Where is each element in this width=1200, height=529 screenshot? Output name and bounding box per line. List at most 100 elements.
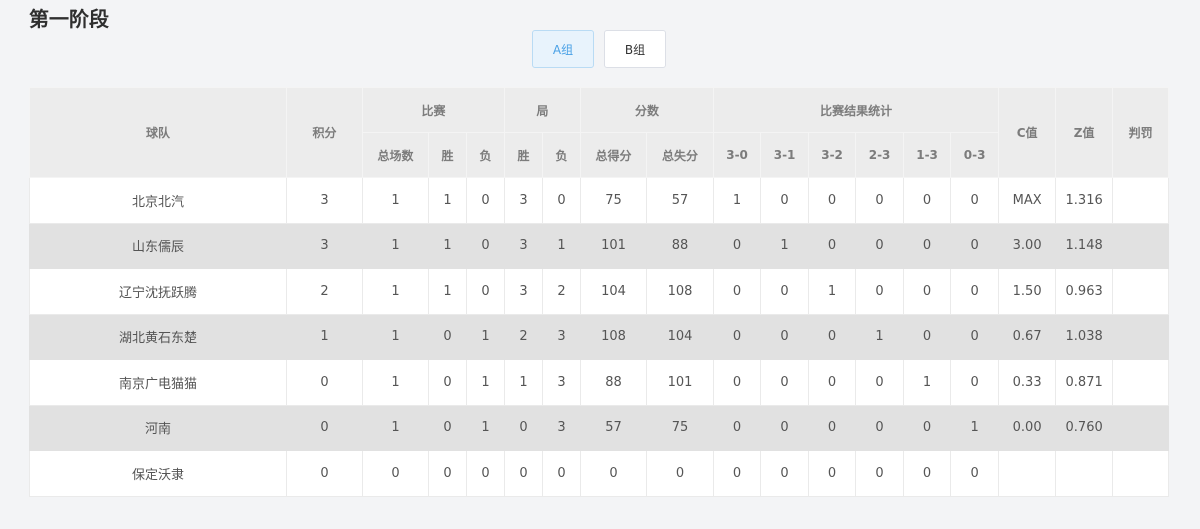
matches-win-cell: 1: [428, 177, 467, 224]
result-2-3-cell: 0: [855, 404, 905, 451]
result-3-2-cell: 0: [808, 404, 857, 451]
sets-loss-cell: 1: [542, 222, 582, 269]
matches-win-cell: 0: [428, 404, 467, 451]
result-1-3-cell: 1: [903, 359, 952, 406]
result-3-0-cell: 0: [713, 313, 762, 360]
result-2-3-cell: 0: [855, 450, 905, 497]
penalty-cell: [1112, 450, 1170, 497]
matches-loss-cell: 0: [465, 268, 506, 315]
result-3-0-cell: 0: [713, 404, 762, 451]
col-group-sets: 局: [504, 87, 582, 133]
tab-group-a[interactable]: A组: [532, 30, 594, 68]
score-for-cell: 57: [580, 404, 648, 451]
penalty-cell: [1112, 359, 1170, 406]
team-name-cell: 南京广电猫猫: [29, 359, 287, 406]
result-3-0-cell: 0: [713, 268, 762, 315]
team-name-cell: 湖北黄石东楚: [29, 313, 287, 360]
result-2-3-cell: 0: [855, 222, 905, 269]
result-1-3-cell: 0: [903, 450, 952, 497]
result-0-3-cell: 0: [950, 450, 1000, 497]
sets-win-cell: 0: [504, 450, 544, 497]
result-0-3-cell: 0: [950, 268, 1000, 315]
z-value-cell: 0.871: [1055, 359, 1114, 406]
standings-table: 球队 积分 比赛 局 分数 比赛结果统计 C值 Z值 判罚 总场数 胜 负 胜 …: [29, 87, 1170, 497]
points-cell: 0: [286, 450, 363, 497]
matches-loss-cell: 1: [465, 404, 506, 451]
result-2-3-cell: 0: [855, 268, 905, 315]
score-against-cell: 108: [646, 268, 715, 315]
col-result-3-0: 3-0: [713, 132, 762, 178]
score-against-cell: 0: [646, 450, 715, 497]
table-row: 湖北黄石东楚 1 1 0 1 2 3 108 104 0 0 0 1 0 0 0.67 1.038: [29, 313, 1170, 360]
result-2-3-cell: 0: [855, 359, 905, 406]
result-1-3-cell: 0: [903, 313, 952, 360]
matches-total-cell: 1: [362, 313, 429, 360]
score-against-cell: 88: [646, 222, 715, 269]
z-value-cell: 1.148: [1055, 222, 1114, 269]
team-name-cell: 北京北汽: [29, 177, 287, 224]
c-value-cell: 3.00: [998, 222, 1057, 269]
result-3-0-cell: 0: [713, 450, 762, 497]
result-3-1-cell: 0: [760, 359, 810, 406]
matches-loss-cell: 0: [465, 450, 506, 497]
col-z-value: Z值: [1055, 87, 1114, 178]
sets-loss-cell: 0: [542, 177, 582, 224]
col-score-against: 总失分: [646, 132, 715, 178]
sets-loss-cell: 3: [542, 404, 582, 451]
result-3-1-cell: 0: [760, 313, 810, 360]
col-sets-loss: 负: [542, 132, 582, 178]
result-3-2-cell: 0: [808, 222, 857, 269]
result-3-2-cell: 0: [808, 177, 857, 224]
matches-total-cell: 1: [362, 359, 429, 406]
c-value-cell: [998, 450, 1057, 497]
result-3-2-cell: 0: [808, 313, 857, 360]
col-matches-total: 总场数: [362, 132, 429, 178]
table-row: 河南 0 1 0 1 0 3 57 75 0 0 0 0 0 1 0.00 0.760: [29, 404, 1170, 451]
result-3-0-cell: 1: [713, 177, 762, 224]
col-result-3-1: 3-1: [760, 132, 810, 178]
table-row: 山东儒辰 3 1 1 0 3 1 101 88 0 1 0 0 0 0 3.00 1.148: [29, 222, 1170, 269]
result-3-1-cell: 0: [760, 268, 810, 315]
score-against-cell: 75: [646, 404, 715, 451]
matches-total-cell: 1: [362, 404, 429, 451]
col-group-score: 分数: [580, 87, 715, 133]
result-0-3-cell: 0: [950, 313, 1000, 360]
col-result-3-2: 3-2: [808, 132, 857, 178]
matches-loss-cell: 0: [465, 222, 506, 269]
sets-loss-cell: 3: [542, 359, 582, 406]
sets-win-cell: 3: [504, 177, 544, 224]
col-c-value: C值: [998, 87, 1057, 178]
score-for-cell: 75: [580, 177, 648, 224]
matches-total-cell: 1: [362, 222, 429, 269]
sets-loss-cell: 2: [542, 268, 582, 315]
table-row: 辽宁沈抚跃腾 2 1 1 0 3 2 104 108 0 0 1 0 0 0 1.50 0.963: [29, 268, 1170, 315]
z-value-cell: 0.760: [1055, 404, 1114, 451]
result-3-1-cell: 0: [760, 450, 810, 497]
result-0-3-cell: 1: [950, 404, 1000, 451]
score-for-cell: 0: [580, 450, 648, 497]
score-for-cell: 108: [580, 313, 648, 360]
col-team: 球队: [29, 87, 287, 178]
sets-win-cell: 1: [504, 359, 544, 406]
result-0-3-cell: 0: [950, 359, 1000, 406]
penalty-cell: [1112, 268, 1170, 315]
c-value-cell: MAX: [998, 177, 1057, 224]
matches-win-cell: 1: [428, 268, 467, 315]
sets-loss-cell: 0: [542, 450, 582, 497]
result-3-0-cell: 0: [713, 222, 762, 269]
team-name-cell: 河南: [29, 404, 287, 451]
col-penalty: 判罚: [1112, 87, 1170, 178]
matches-total-cell: 0: [362, 450, 429, 497]
result-1-3-cell: 0: [903, 222, 952, 269]
table-row: 南京广电猫猫 0 1 0 1 1 3 88 101 0 0 0 0 1 0 0.33 0.871: [29, 359, 1170, 406]
c-value-cell: 0.00: [998, 404, 1057, 451]
result-3-2-cell: 0: [808, 359, 857, 406]
tab-group-b[interactable]: B组: [604, 30, 666, 68]
matches-win-cell: 0: [428, 313, 467, 360]
result-3-1-cell: 0: [760, 177, 810, 224]
result-0-3-cell: 0: [950, 177, 1000, 224]
matches-win-cell: 0: [428, 359, 467, 406]
matches-loss-cell: 0: [465, 177, 506, 224]
z-value-cell: [1055, 450, 1114, 497]
score-against-cell: 57: [646, 177, 715, 224]
